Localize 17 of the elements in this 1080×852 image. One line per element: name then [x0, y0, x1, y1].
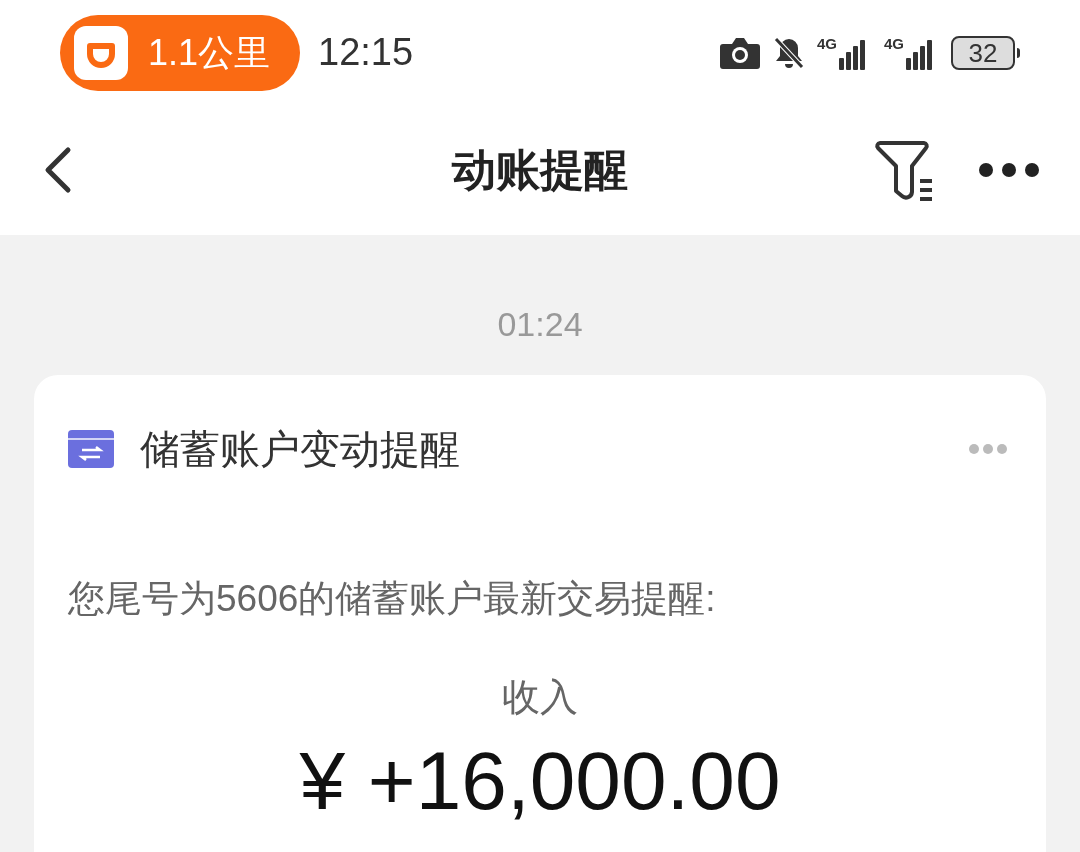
network-type-label: 4G: [816, 35, 837, 51]
muted-bell-icon: [772, 35, 805, 70]
network-type-label: 4G: [884, 35, 904, 51]
message-text: 您尾号为5606的储蓄账户最新交易提醒:: [68, 577, 717, 621]
transaction-amount: ¥ +16,000.00: [299, 739, 781, 822]
card-title: 储蓄账户变动提醒: [140, 426, 460, 473]
battery-level-text: 32: [968, 39, 998, 66]
transaction-type: 收入: [502, 674, 578, 720]
distance-label: 1.1公里: [148, 30, 271, 75]
account-transfer-icon: [68, 430, 114, 468]
more-icon[interactable]: [978, 162, 1040, 178]
camera-icon: [718, 35, 761, 70]
message-time: 01:24: [497, 307, 583, 341]
page-title: 动账提醒: [452, 144, 628, 196]
clock-time: 12:15: [318, 30, 414, 75]
app-logo-icon: [74, 25, 128, 80]
navigation-app-pill[interactable]: 1.1公里: [60, 14, 300, 91]
